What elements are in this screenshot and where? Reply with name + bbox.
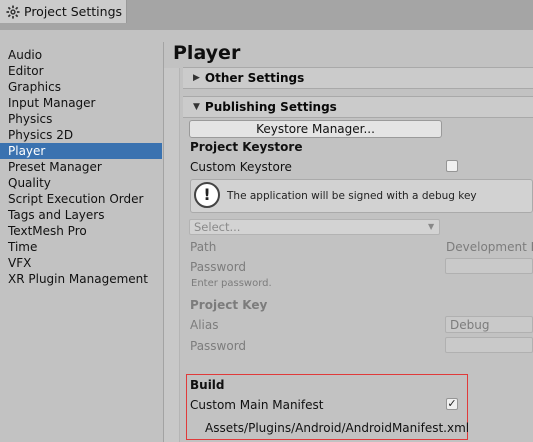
- page-title: Player: [173, 42, 241, 64]
- custom-main-manifest-label: Custom Main Manifest: [190, 398, 324, 412]
- keystore-manager-button[interactable]: Keystore Manager...: [189, 120, 442, 138]
- sidebar-item-xr-plugin-management[interactable]: XR Plugin Management: [0, 271, 162, 287]
- password-hint: Enter password.: [191, 278, 272, 289]
- key-password-label: Password: [190, 339, 247, 353]
- foldout-publishing-settings[interactable]: ▼ Publishing Settings: [183, 96, 533, 118]
- chevron-down-icon: ▼: [428, 222, 435, 231]
- sidebar-item-player[interactable]: Player: [0, 143, 162, 159]
- custom-keystore-label: Custom Keystore: [190, 160, 292, 174]
- sidebar: Audio Editor Graphics Input Manager Phys…: [0, 42, 164, 442]
- path-value: Development K: [446, 240, 533, 254]
- tab-project-settings[interactable]: Project Settings: [0, 0, 127, 23]
- triangle-down-icon: ▼: [193, 102, 200, 112]
- path-label: Path: [190, 240, 217, 254]
- tab-title: Project Settings: [24, 4, 123, 19]
- foldout-label: Other Settings: [204, 71, 305, 85]
- gear-icon: [6, 4, 20, 19]
- alias-label: Alias: [190, 318, 219, 332]
- scrollbar[interactable]: [164, 68, 180, 442]
- warning-icon: !: [194, 182, 220, 208]
- sidebar-item-physics[interactable]: Physics: [0, 111, 162, 127]
- sidebar-item-textmesh-pro[interactable]: TextMesh Pro: [0, 223, 162, 239]
- sidebar-item-preset-manager[interactable]: Preset Manager: [0, 159, 162, 175]
- custom-main-manifest-checkbox[interactable]: ✓: [446, 398, 458, 410]
- sidebar-item-vfx[interactable]: VFX: [0, 255, 162, 271]
- alias-value: Debug: [450, 318, 490, 332]
- keystore-password-field[interactable]: [445, 258, 533, 274]
- sidebar-item-quality[interactable]: Quality: [0, 175, 162, 191]
- sidebar-item-graphics[interactable]: Graphics: [0, 79, 162, 95]
- sidebar-item-time[interactable]: Time: [0, 239, 162, 255]
- keystore-password-label: Password: [190, 260, 247, 274]
- build-heading: Build: [190, 378, 225, 392]
- foldout-label: Publishing Settings: [204, 100, 337, 114]
- sidebar-item-physics-2d[interactable]: Physics 2D: [0, 127, 162, 143]
- triangle-right-icon: ▶: [193, 73, 200, 83]
- sidebar-item-editor[interactable]: Editor: [0, 63, 162, 79]
- key-password-field[interactable]: [445, 337, 533, 353]
- sidebar-item-input-manager[interactable]: Input Manager: [0, 95, 162, 111]
- project-keystore-heading: Project Keystore: [190, 140, 303, 154]
- foldout-other-settings[interactable]: ▶ Other Settings: [183, 67, 533, 89]
- sidebar-item-tags-and-layers[interactable]: Tags and Layers: [0, 207, 162, 223]
- help-text: The application will be signed with a de…: [227, 190, 477, 202]
- select-value: Select...: [194, 220, 241, 234]
- project-key-heading: Project Key: [190, 298, 268, 312]
- sidebar-item-audio[interactable]: Audio: [0, 47, 162, 63]
- custom-keystore-checkbox[interactable]: [446, 160, 458, 172]
- sidebar-item-script-execution-order[interactable]: Script Execution Order: [0, 191, 162, 207]
- manifest-path: Assets/Plugins/Android/AndroidManifest.x…: [205, 421, 470, 435]
